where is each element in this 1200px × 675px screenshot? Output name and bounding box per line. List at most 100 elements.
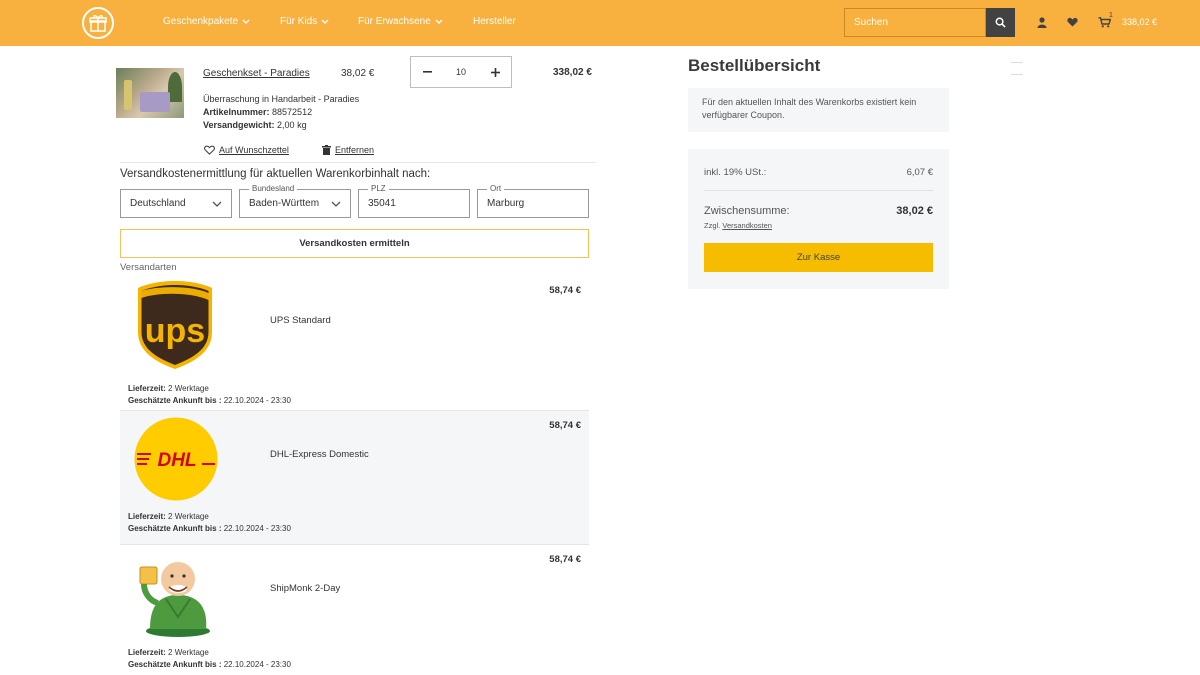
nav-fuer-erwachsene[interactable]: Für Erwachsene bbox=[358, 16, 443, 27]
shipping-method-meta: Lieferzeit: 2 Werktage Geschätzte Ankunf… bbox=[128, 647, 291, 671]
product-description: Überraschung in Handarbeit - Paradies bbox=[203, 94, 360, 104]
user-icon bbox=[1037, 16, 1047, 28]
svg-text:DHL: DHL bbox=[157, 450, 196, 471]
minus-icon bbox=[422, 71, 432, 73]
unit-price: 38,02 € bbox=[341, 68, 375, 79]
arrival-value: 22.10.2024 - 23:30 bbox=[223, 396, 291, 405]
shipmonk-logo bbox=[139, 562, 210, 637]
subtotal-label: Zwischensumme: bbox=[704, 205, 790, 217]
trash-icon bbox=[322, 145, 331, 155]
delivery-label: Lieferzeit: bbox=[128, 648, 166, 657]
city-label: Ort bbox=[487, 184, 505, 193]
line-total: 338,02 € bbox=[553, 67, 592, 78]
country-select[interactable]: Deutschland bbox=[120, 189, 232, 218]
delivery-label: Lieferzeit: bbox=[128, 384, 166, 393]
weight-label: Versandgewicht: bbox=[203, 120, 275, 130]
arrival-value: 22.10.2024 - 23:30 bbox=[223, 524, 291, 533]
shipping-option-dhl[interactable]: DHL DHL-Express Domestic 58,74 € Lieferz… bbox=[120, 411, 589, 544]
shipping-method-name: DHL-Express Domestic bbox=[270, 449, 369, 460]
state-value: Baden-Württem bbox=[249, 198, 320, 209]
product-name-link[interactable]: Geschenkset - Paradies bbox=[203, 68, 310, 79]
delivery-value: 2 Werktage bbox=[168, 648, 209, 657]
arrival-label: Geschätzte Ankunft bis : bbox=[128, 396, 222, 405]
city-input[interactable]: Marburg bbox=[477, 189, 589, 218]
order-summary-title: Bestellübersicht bbox=[688, 56, 821, 75]
shipping-method-price: 58,74 € bbox=[549, 554, 581, 565]
nav-label: Für Kids bbox=[280, 16, 318, 27]
divider bbox=[120, 162, 596, 163]
plus-icon bbox=[490, 67, 500, 77]
shipping-method-price: 58,74 € bbox=[549, 285, 581, 296]
checkout-button[interactable]: Zur Kasse bbox=[704, 243, 933, 272]
sku-value: 88572512 bbox=[272, 107, 313, 117]
product-details: Überraschung in Handarbeit - Paradies Ar… bbox=[203, 93, 359, 132]
ups-logo: ups bbox=[138, 281, 212, 369]
add-to-wishlist-button[interactable]: Auf Wunschzettel bbox=[204, 145, 289, 155]
account-button[interactable] bbox=[1034, 14, 1050, 30]
nav-label: Hersteller bbox=[473, 16, 516, 27]
chevron-down-icon bbox=[331, 201, 341, 207]
dhl-logo: DHL bbox=[134, 417, 218, 501]
sku-label: Artikelnummer: bbox=[203, 107, 270, 117]
chevron-down-icon bbox=[321, 19, 329, 24]
site-header: Geschenkpakete Für Kids Für Erwachsene H… bbox=[0, 0, 1200, 46]
search-button[interactable] bbox=[986, 8, 1015, 37]
increase-quantity-button[interactable] bbox=[479, 57, 511, 87]
shipping-cost-note: Zzgl. Versandkosten bbox=[704, 221, 772, 230]
gift-logo-icon bbox=[89, 15, 107, 32]
arrival-label: Geschätzte Ankunft bis : bbox=[128, 660, 222, 669]
shipping-costs-link[interactable]: Versandkosten bbox=[722, 221, 772, 230]
zip-label: PLZ bbox=[368, 184, 389, 193]
shipping-note-prefix: Zzgl. bbox=[704, 221, 721, 230]
cart-count-badge: 1 bbox=[1109, 12, 1113, 19]
delivery-value: 2 Werktage bbox=[168, 384, 209, 393]
subtotal-value: 38,02 € bbox=[896, 205, 933, 217]
nav-label: Für Erwachsene bbox=[358, 16, 431, 27]
search-icon bbox=[995, 17, 1006, 28]
tax-label: inkl. 19% USt.: bbox=[704, 167, 767, 178]
nav-hersteller[interactable]: Hersteller bbox=[473, 16, 516, 27]
shipping-method-price: 58,74 € bbox=[549, 420, 581, 431]
wishlist-button[interactable] bbox=[1064, 14, 1080, 30]
heart-outline-icon bbox=[204, 145, 215, 155]
totals-panel: inkl. 19% USt.: 6,07 € Zwischensumme: 38… bbox=[688, 149, 949, 289]
weight-value: 2,00 kg bbox=[277, 120, 307, 130]
zip-value: 35041 bbox=[368, 198, 396, 209]
quantity-stepper: 10 bbox=[410, 56, 512, 88]
coupon-notice: Für den aktuellen Inhalt des Warenkorbs … bbox=[688, 88, 949, 132]
nav-geschenkpakete[interactable]: Geschenkpakete bbox=[163, 16, 250, 27]
remove-item-button[interactable]: Entfernen bbox=[322, 145, 374, 155]
decrease-quantity-button[interactable] bbox=[411, 57, 443, 87]
shipping-calc-title: Versandkostenermittlung für aktuellen Wa… bbox=[120, 168, 431, 180]
divider bbox=[704, 190, 933, 191]
decorative-lines bbox=[1011, 62, 1023, 86]
cart-total[interactable]: 338,02 € bbox=[1122, 17, 1157, 27]
shipping-method-name: UPS Standard bbox=[270, 315, 331, 326]
nav-fuer-kids[interactable]: Für Kids bbox=[280, 16, 329, 27]
product-image[interactable] bbox=[116, 68, 184, 118]
chevron-down-icon bbox=[242, 19, 250, 24]
delivery-label: Lieferzeit: bbox=[128, 512, 166, 521]
arrival-label: Geschätzte Ankunft bis : bbox=[128, 524, 222, 533]
shipping-option-shipmonk[interactable]: ShipMonk 2-Day 58,74 € Lieferzeit: 2 Wer… bbox=[120, 545, 589, 675]
shop-logo[interactable] bbox=[82, 7, 114, 39]
calculate-shipping-button[interactable]: Versandkosten ermitteln bbox=[120, 229, 589, 258]
search-input[interactable]: Suchen bbox=[844, 8, 986, 37]
chevron-down-icon bbox=[435, 19, 443, 24]
svg-text:ups: ups bbox=[145, 312, 205, 350]
tax-value: 6,07 € bbox=[906, 167, 933, 178]
arrival-value: 22.10.2024 - 23:30 bbox=[223, 660, 291, 669]
shipping-option-ups[interactable]: ups UPS Standard 58,74 € Lieferzeit: 2 W… bbox=[120, 276, 589, 410]
shipping-method-name: ShipMonk 2-Day bbox=[270, 583, 341, 594]
shipping-method-meta: Lieferzeit: 2 Werktage Geschätzte Ankunf… bbox=[128, 511, 291, 535]
quantity-input[interactable]: 10 bbox=[443, 67, 479, 77]
chevron-down-icon bbox=[212, 201, 222, 207]
state-select[interactable]: Baden-Württem bbox=[239, 189, 351, 218]
wishlist-label: Auf Wunschzettel bbox=[219, 145, 289, 155]
zip-input[interactable]: 35041 bbox=[358, 189, 470, 218]
remove-label: Entfernen bbox=[335, 145, 375, 155]
shipping-methods-label: Versandarten bbox=[120, 262, 177, 273]
heart-icon bbox=[1066, 17, 1078, 27]
state-label: Bundesland bbox=[249, 184, 298, 193]
delivery-value: 2 Werktage bbox=[168, 512, 209, 521]
